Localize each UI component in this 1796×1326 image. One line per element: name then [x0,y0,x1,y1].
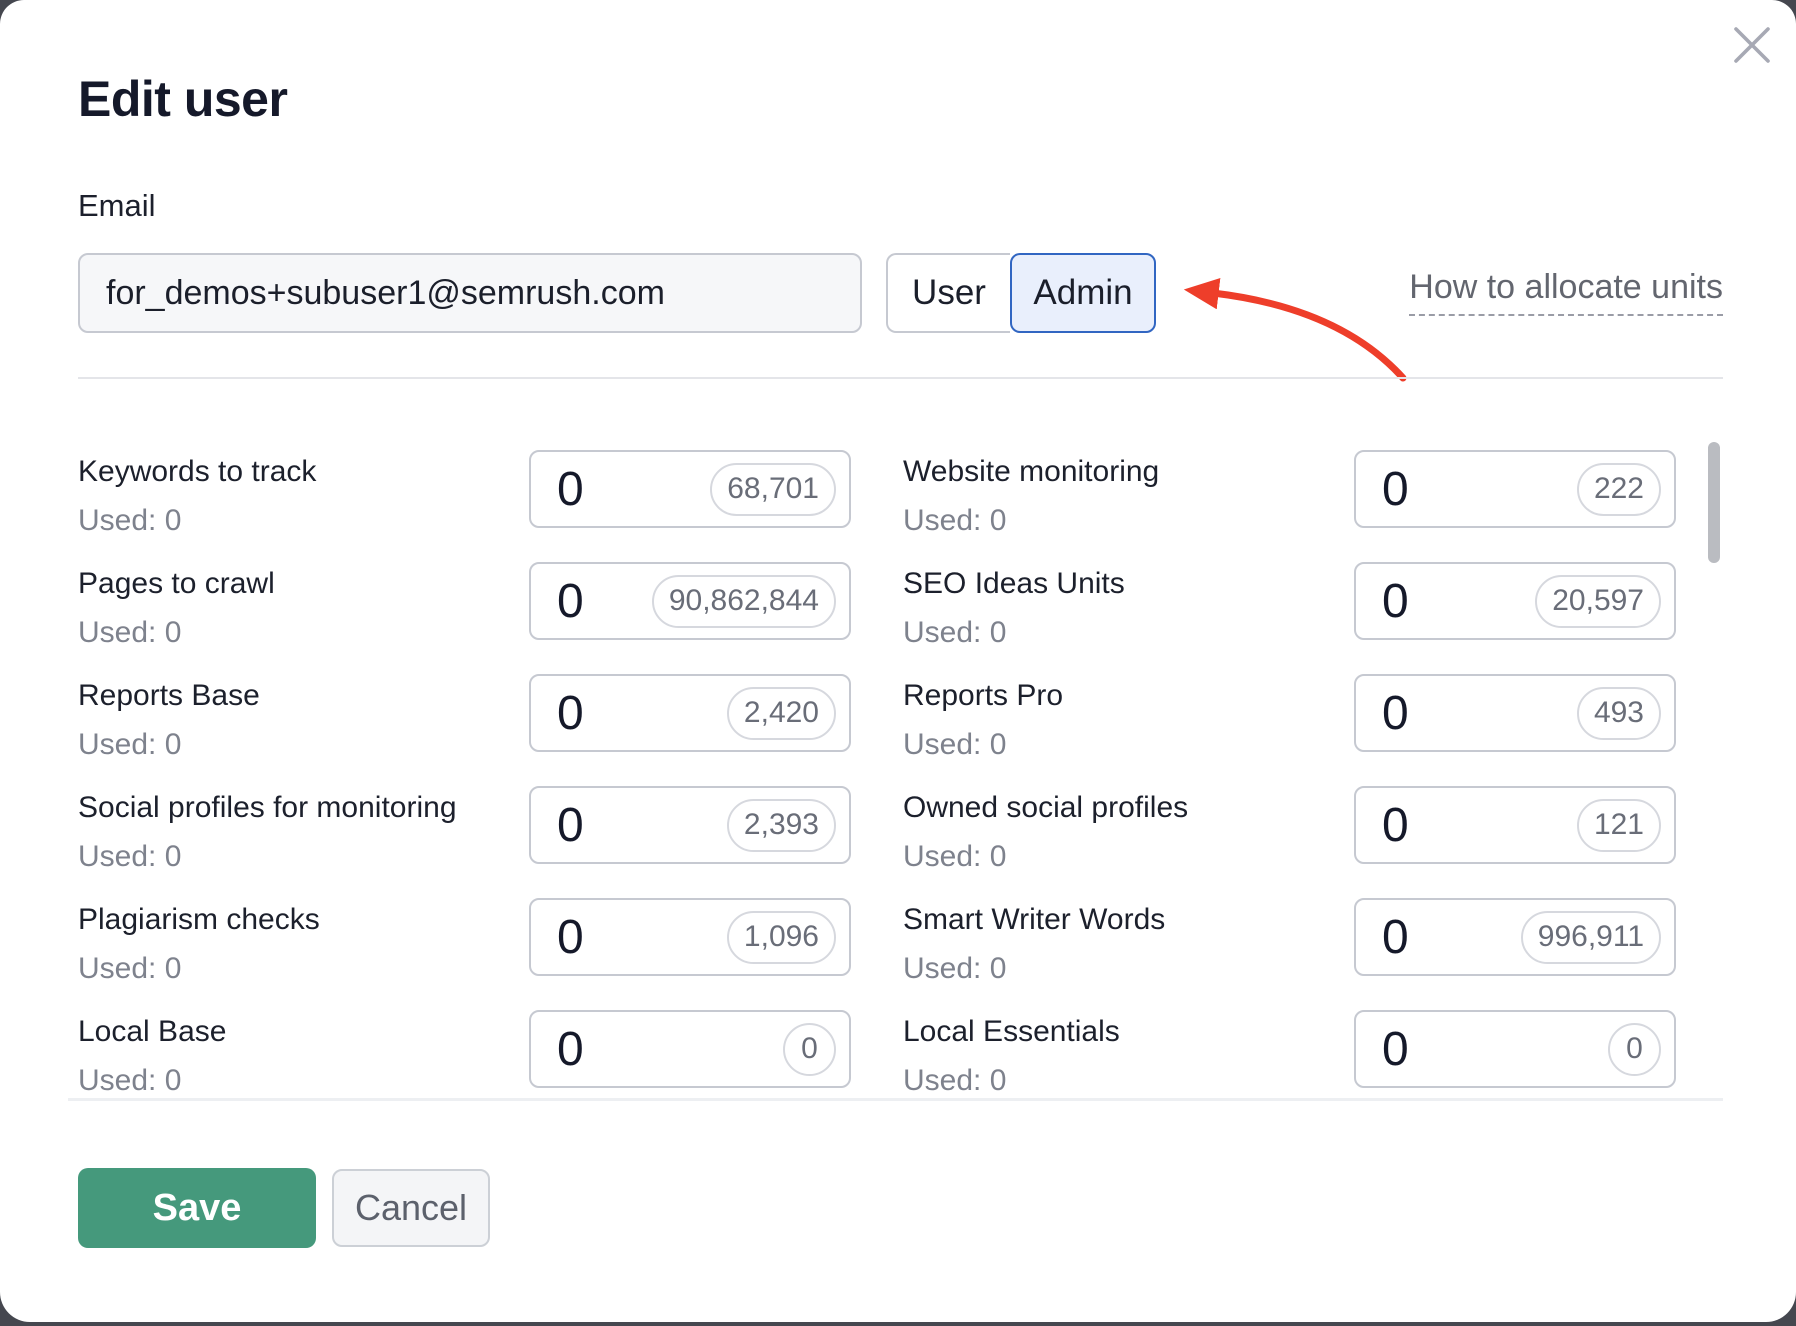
unit-row-reports-pro: Reports Pro Used: 0 0 493 [903,674,1676,752]
unit-value-input[interactable]: 0 996,911 [1354,898,1676,976]
unit-value-input[interactable]: 0 68,701 [529,450,851,528]
unit-value: 0 [1382,798,1409,853]
close-icon [1730,23,1774,67]
unit-row-pages-to-crawl: Pages to crawl Used: 0 0 90,862,844 [78,562,851,640]
save-button[interactable]: Save [78,1168,316,1248]
unit-label: Smart Writer Words [903,900,1165,940]
footer-divider [68,1098,1723,1101]
unit-value-input[interactable]: 0 2,393 [529,786,851,864]
unit-used: Used: 0 [78,613,275,653]
unit-label: Local Base [78,1012,226,1052]
unit-label: SEO Ideas Units [903,564,1125,604]
unit-value-input[interactable]: 0 90,862,844 [529,562,851,640]
unit-value: 0 [557,574,584,629]
unit-value: 0 [1382,910,1409,965]
role-toggle: User Admin [886,253,1156,333]
page-title: Edit user [78,70,287,128]
unit-used: Used: 0 [78,949,320,989]
unit-used: Used: 0 [78,837,457,877]
vertical-scrollbar[interactable] [1708,442,1720,563]
unit-value-input[interactable]: 0 2,420 [529,674,851,752]
unit-used: Used: 0 [78,725,260,765]
footer-actions: Save Cancel [78,1168,490,1248]
units-column-right: Website monitoring Used: 0 0 222 SEO Ide… [903,450,1676,1088]
unit-value-input[interactable]: 0 1,096 [529,898,851,976]
unit-used: Used: 0 [903,1061,1120,1101]
edit-user-modal: Edit user Email User Admin How to alloca… [0,0,1796,1322]
unit-label: Website monitoring [903,452,1159,492]
unit-row-local-essentials: Local Essentials Used: 0 0 0 [903,1010,1676,1088]
unit-limit-badge: 1,096 [727,911,836,964]
unit-used: Used: 0 [78,501,316,541]
unit-value: 0 [557,798,584,853]
unit-label: Keywords to track [78,452,316,492]
unit-value-input[interactable]: 0 222 [1354,450,1676,528]
unit-row-seo-ideas-units: SEO Ideas Units Used: 0 0 20,597 [903,562,1676,640]
unit-limit-badge: 996,911 [1521,911,1661,964]
unit-row-owned-social-profiles: Owned social profiles Used: 0 0 121 [903,786,1676,864]
unit-row-reports-base: Reports Base Used: 0 0 2,420 [78,674,851,752]
unit-value-input[interactable]: 0 493 [1354,674,1676,752]
unit-label: Local Essentials [903,1012,1120,1052]
unit-limit-badge: 2,420 [727,687,836,740]
unit-used: Used: 0 [903,501,1159,541]
unit-label: Social profiles for monitoring [78,788,457,828]
units-allocation-area: Keywords to track Used: 0 0 68,701 Pages… [78,450,1676,1088]
unit-used: Used: 0 [903,613,1125,653]
email-field[interactable] [78,253,862,333]
units-column-left: Keywords to track Used: 0 0 68,701 Pages… [78,450,851,1088]
unit-row-keywords-to-track: Keywords to track Used: 0 0 68,701 [78,450,851,528]
close-button[interactable] [1728,22,1776,70]
cancel-button[interactable]: Cancel [332,1169,490,1247]
unit-value-input[interactable]: 0 121 [1354,786,1676,864]
unit-value: 0 [1382,574,1409,629]
unit-limit-badge: 121 [1577,799,1661,852]
unit-row-smart-writer-words: Smart Writer Words Used: 0 0 996,911 [903,898,1676,976]
unit-value: 0 [557,1022,584,1077]
unit-row-plagiarism-checks: Plagiarism checks Used: 0 0 1,096 [78,898,851,976]
header-divider [78,377,1723,379]
role-admin-button-selected[interactable]: Admin [1010,253,1156,333]
unit-label: Plagiarism checks [78,900,320,940]
unit-value-input[interactable]: 0 0 [1354,1010,1676,1088]
unit-limit-badge: 493 [1577,687,1661,740]
unit-label: Owned social profiles [903,788,1188,828]
unit-used: Used: 0 [903,725,1063,765]
unit-label: Reports Base [78,676,260,716]
unit-value-input[interactable]: 0 20,597 [1354,562,1676,640]
how-to-allocate-units-link[interactable]: How to allocate units [1409,268,1723,316]
unit-limit-badge: 222 [1577,463,1661,516]
unit-used: Used: 0 [903,837,1188,877]
email-label: Email [78,188,156,224]
unit-row-social-profiles-monitoring: Social profiles for monitoring Used: 0 0… [78,786,851,864]
unit-value: 0 [1382,462,1409,517]
role-user-button[interactable]: User [886,253,1010,333]
unit-value: 0 [1382,686,1409,741]
unit-value: 0 [557,686,584,741]
unit-value: 0 [557,910,584,965]
unit-used: Used: 0 [903,949,1165,989]
unit-limit-badge: 0 [1608,1023,1661,1076]
unit-row-local-base: Local Base Used: 0 0 0 [78,1010,851,1088]
red-arrow-annotation [1140,260,1440,400]
unit-value: 0 [557,462,584,517]
unit-row-website-monitoring: Website monitoring Used: 0 0 222 [903,450,1676,528]
unit-limit-badge: 0 [783,1023,836,1076]
unit-limit-badge: 90,862,844 [652,575,836,628]
unit-limit-badge: 68,701 [710,463,836,516]
unit-label: Reports Pro [903,676,1063,716]
unit-limit-badge: 20,597 [1535,575,1661,628]
unit-used: Used: 0 [78,1061,226,1101]
unit-label: Pages to crawl [78,564,275,604]
unit-limit-badge: 2,393 [727,799,836,852]
unit-value-input[interactable]: 0 0 [529,1010,851,1088]
unit-value: 0 [1382,1022,1409,1077]
